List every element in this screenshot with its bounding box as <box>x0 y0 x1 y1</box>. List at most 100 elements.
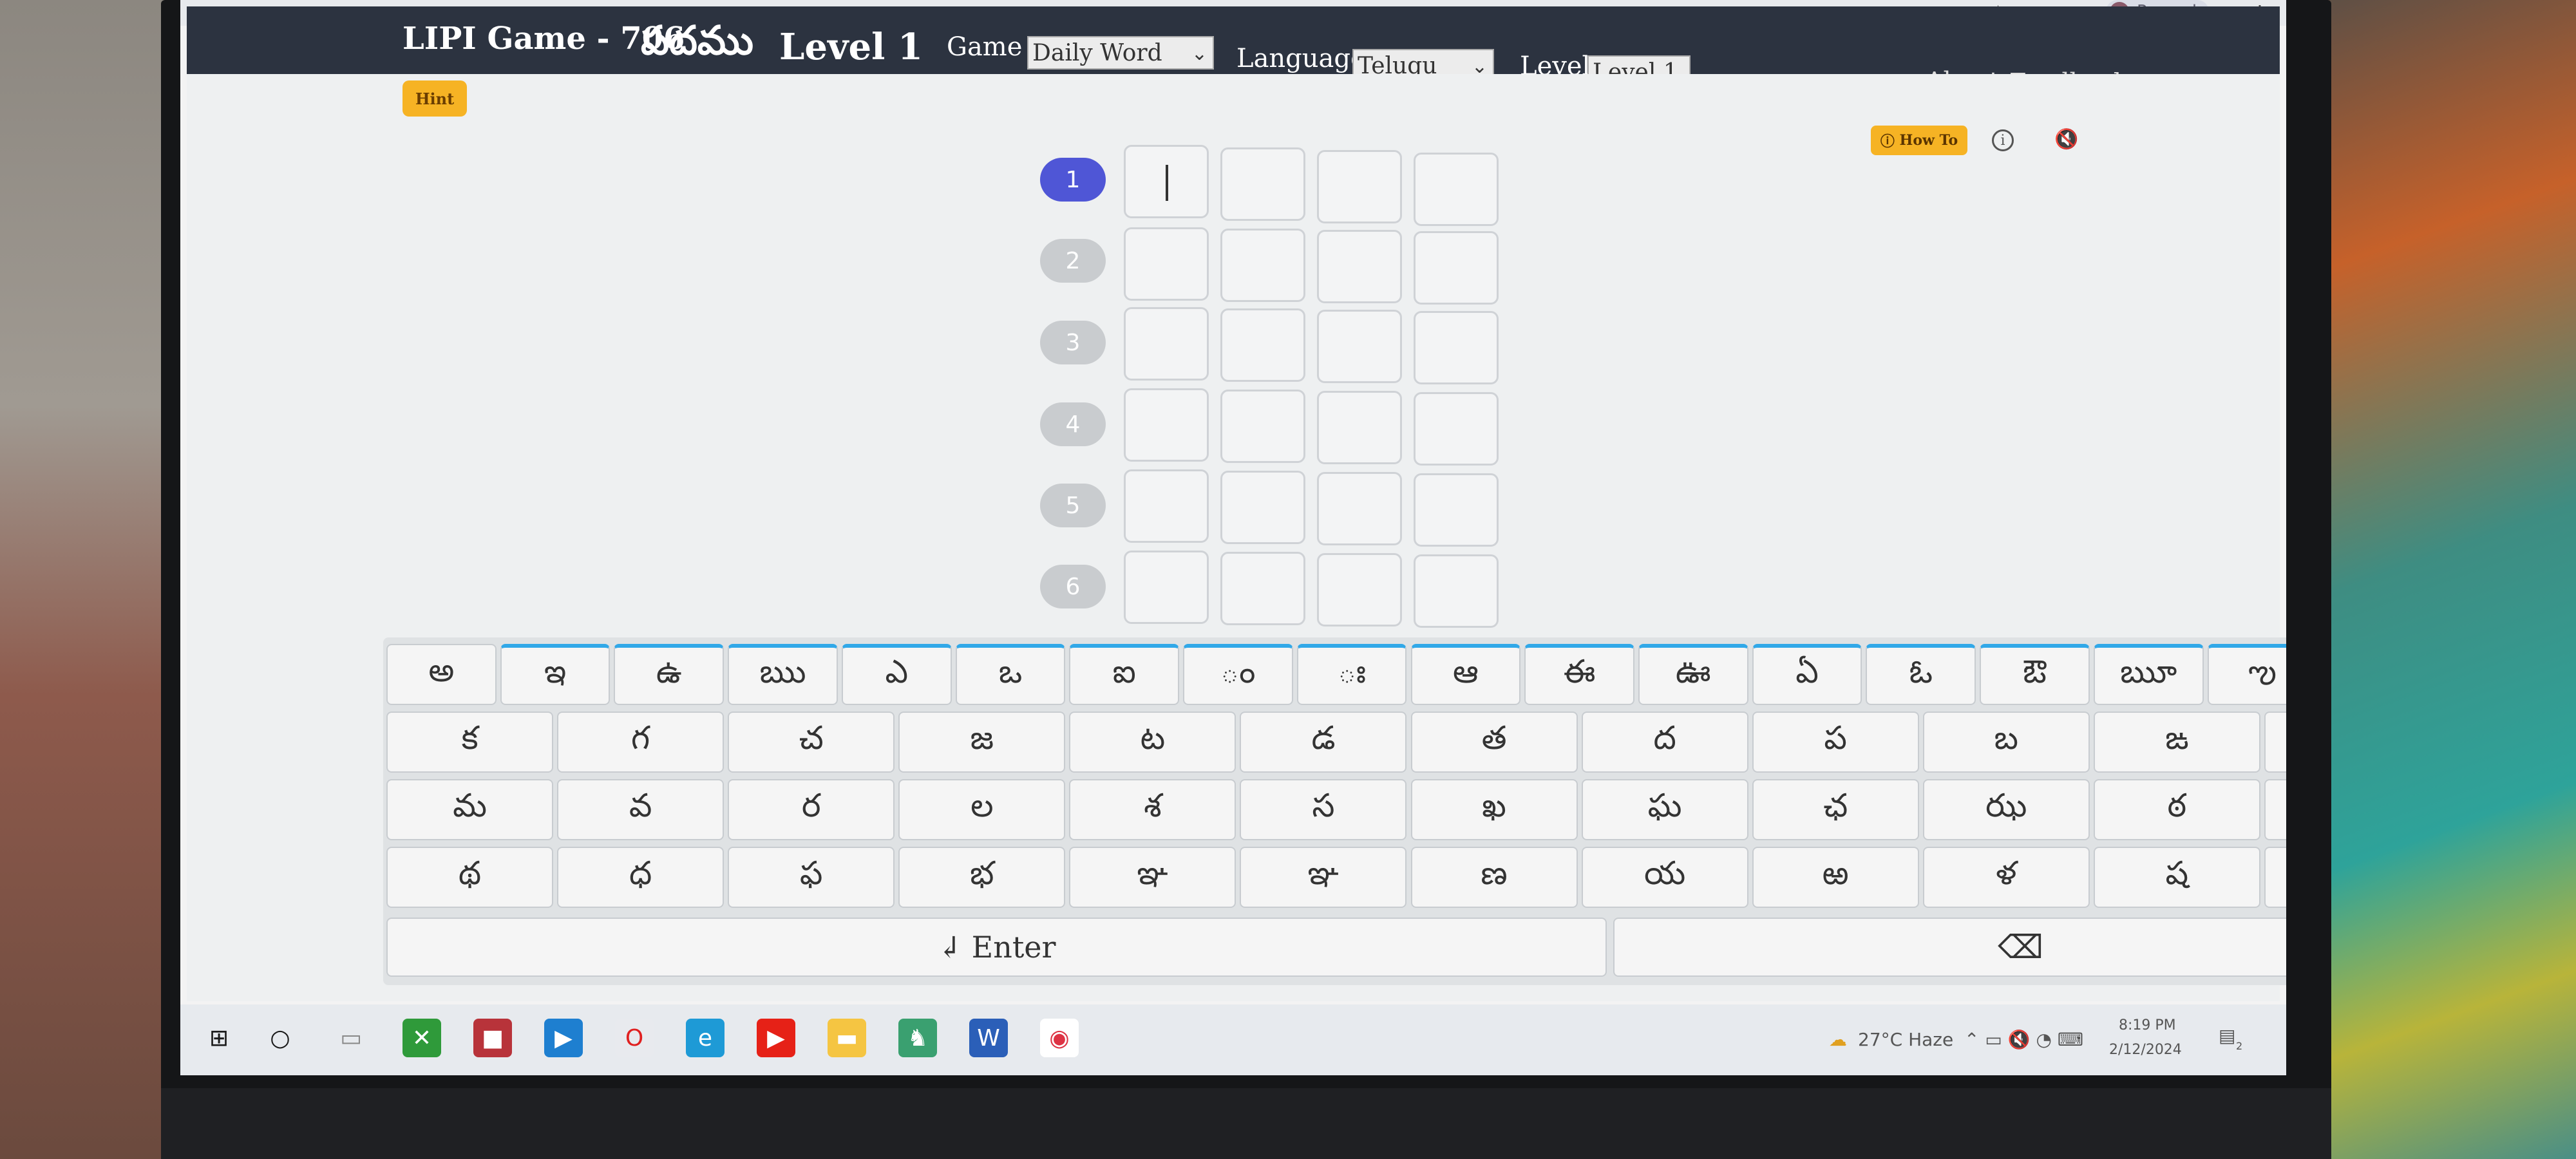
keyboard-key[interactable]: ధ <box>557 847 724 908</box>
keyboard-key[interactable]: గ <box>557 711 724 773</box>
app-icon[interactable]: ■ <box>473 1019 512 1057</box>
keyboard-key[interactable]: చ <box>728 711 895 773</box>
opera-icon[interactable]: O <box>615 1019 654 1057</box>
keyboard-key[interactable]: ఞ <box>1069 847 1236 908</box>
keyboard-key[interactable]: ద <box>1581 711 1748 773</box>
game-select[interactable]: Daily Word ⌄ <box>1027 36 1214 70</box>
letter-cell[interactable] <box>1124 227 1209 301</box>
letter-cell[interactable] <box>1220 147 1305 221</box>
keyboard-key[interactable]: ఔ <box>1980 644 2090 705</box>
keyboard-key[interactable]: ఇ <box>500 644 611 705</box>
keyboard-key[interactable]: న <box>2264 711 2286 773</box>
word-icon[interactable]: W <box>969 1019 1008 1057</box>
keyboard-key[interactable]: శ <box>1069 779 1236 840</box>
edge-icon[interactable]: e <box>686 1019 724 1057</box>
chrome-icon[interactable]: ◉ <box>1040 1019 1079 1057</box>
keyboard-key[interactable]: ఉ <box>614 644 724 705</box>
keyboard-key[interactable]: డ <box>1240 711 1407 773</box>
letter-cell[interactable] <box>1317 553 1402 627</box>
clock-time[interactable]: 8:19 PM <box>2119 1017 2176 1033</box>
letter-cell[interactable] <box>1317 150 1402 223</box>
keyboard-key[interactable]: ఆ <box>1410 644 1521 705</box>
task-view-icon[interactable]: ▭ <box>332 1019 370 1057</box>
keyboard-key[interactable]: ట <box>1069 711 1236 773</box>
keyboard-key[interactable]: వ <box>557 779 724 840</box>
keyboard-key[interactable]: ఌ <box>2207 644 2286 705</box>
keyboard-key[interactable]: ల <box>898 779 1066 840</box>
keyboard-key[interactable]: ఘ <box>1581 779 1748 840</box>
keyboard-key[interactable]: ◌ం <box>1183 644 1293 705</box>
media-player-icon[interactable]: ▶ <box>544 1019 583 1057</box>
enter-key[interactable]: ↲ Enter <box>386 918 1607 977</box>
keyboard-key[interactable]: ఎ <box>841 644 952 705</box>
letter-cell[interactable] <box>1414 231 1499 305</box>
letter-cell[interactable] <box>1414 473 1499 547</box>
keyboard-key[interactable]: ఈ <box>1524 644 1634 705</box>
keyboard-key[interactable]: య <box>1581 847 1748 908</box>
backspace-key[interactable]: ⌫ <box>1613 918 2286 977</box>
weather-text[interactable]: 27°C Haze <box>1858 1029 1953 1050</box>
info-icon[interactable]: i <box>1992 129 2014 151</box>
file-explorer-icon[interactable]: ▬ <box>828 1019 866 1057</box>
xbox-icon[interactable]: ✕ <box>402 1019 441 1057</box>
keyboard-key[interactable]: ఖ <box>1410 779 1578 840</box>
keyboard-key[interactable]: ఏ <box>1752 644 1862 705</box>
letter-cell[interactable] <box>1317 391 1402 464</box>
keyboard-key[interactable]: ఙ <box>2093 711 2260 773</box>
game-icon[interactable]: ♞ <box>898 1019 937 1057</box>
keyboard-key[interactable]: బ <box>1922 711 2090 773</box>
keyboard-key[interactable]: ష <box>2093 847 2260 908</box>
keyboard-key[interactable]: ణ <box>1410 847 1578 908</box>
keyboard-key[interactable]: ఛ <box>1752 779 1919 840</box>
letter-cell[interactable] <box>1124 551 1209 624</box>
keyboard-key[interactable]: ◌ః <box>1296 644 1407 705</box>
letter-cell[interactable] <box>1220 471 1305 544</box>
keyboard-key[interactable]: ఓ <box>1866 644 1976 705</box>
start-icon[interactable]: ⊞ <box>200 1019 238 1057</box>
tray-icons[interactable]: ⌃ ▭ 🔇 ◔ ⌨ <box>1964 1029 2083 1050</box>
keyboard-key[interactable]: ఝ <box>1922 779 2090 840</box>
mute-icon[interactable]: 🔇 <box>2054 128 2078 151</box>
keyboard-key[interactable]: ఱ <box>1752 847 1919 908</box>
hint-button[interactable]: Hint <box>402 80 467 117</box>
letter-cell[interactable] <box>1220 390 1305 463</box>
keyboard-key[interactable]: హ <box>2264 847 2286 908</box>
keyboard-key[interactable]: ఋ <box>728 644 838 705</box>
letter-cell[interactable] <box>1317 472 1402 545</box>
letter-cell[interactable] <box>1414 311 1499 384</box>
keyboard-key[interactable]: థ <box>386 847 554 908</box>
keyboard-key[interactable]: ఐ <box>1069 644 1180 705</box>
letter-cell[interactable] <box>1220 308 1305 382</box>
how-to-button[interactable]: ⓘ How To <box>1871 126 1967 155</box>
keyboard-key[interactable]: భ <box>898 847 1066 908</box>
keyboard-key[interactable]: ప <box>1752 711 1919 773</box>
keyboard-key[interactable]: ఊ <box>1638 644 1748 705</box>
letter-cell[interactable] <box>1414 392 1499 466</box>
letter-cell[interactable] <box>1124 307 1209 381</box>
keyboard-key[interactable]: ఢ <box>2264 779 2286 840</box>
letter-cell[interactable] <box>1124 145 1209 218</box>
letter-cell[interactable] <box>1124 388 1209 462</box>
letter-cell[interactable] <box>1124 469 1209 543</box>
keyboard-key[interactable]: త <box>1410 711 1578 773</box>
keyboard-key[interactable]: ఫ <box>728 847 895 908</box>
youtube-icon[interactable]: ▶ <box>757 1019 795 1057</box>
keyboard-key[interactable]: ఠ <box>2093 779 2260 840</box>
keyboard-key[interactable]: స <box>1240 779 1407 840</box>
letter-cell[interactable] <box>1414 153 1499 226</box>
keyboard-key[interactable]: ర <box>728 779 895 840</box>
keyboard-key[interactable]: మ <box>386 779 554 840</box>
keyboard-key[interactable]: జ <box>898 711 1066 773</box>
notification-icon[interactable]: ▤ <box>2219 1025 2235 1046</box>
letter-cell[interactable] <box>1220 229 1305 302</box>
keyboard-key[interactable]: అ <box>386 644 497 705</box>
keyboard-key[interactable]: ౠ <box>2093 644 2204 705</box>
search-icon[interactable]: ○ <box>261 1019 299 1057</box>
keyboard-key[interactable]: ళ <box>1922 847 2090 908</box>
keyboard-key[interactable]: క <box>386 711 554 773</box>
clock-date[interactable]: 2/12/2024 <box>2109 1042 2182 1058</box>
letter-cell[interactable] <box>1220 552 1305 625</box>
keyboard-key[interactable]: ఞ <box>1240 847 1407 908</box>
letter-cell[interactable] <box>1414 554 1499 628</box>
letter-cell[interactable] <box>1317 310 1402 383</box>
